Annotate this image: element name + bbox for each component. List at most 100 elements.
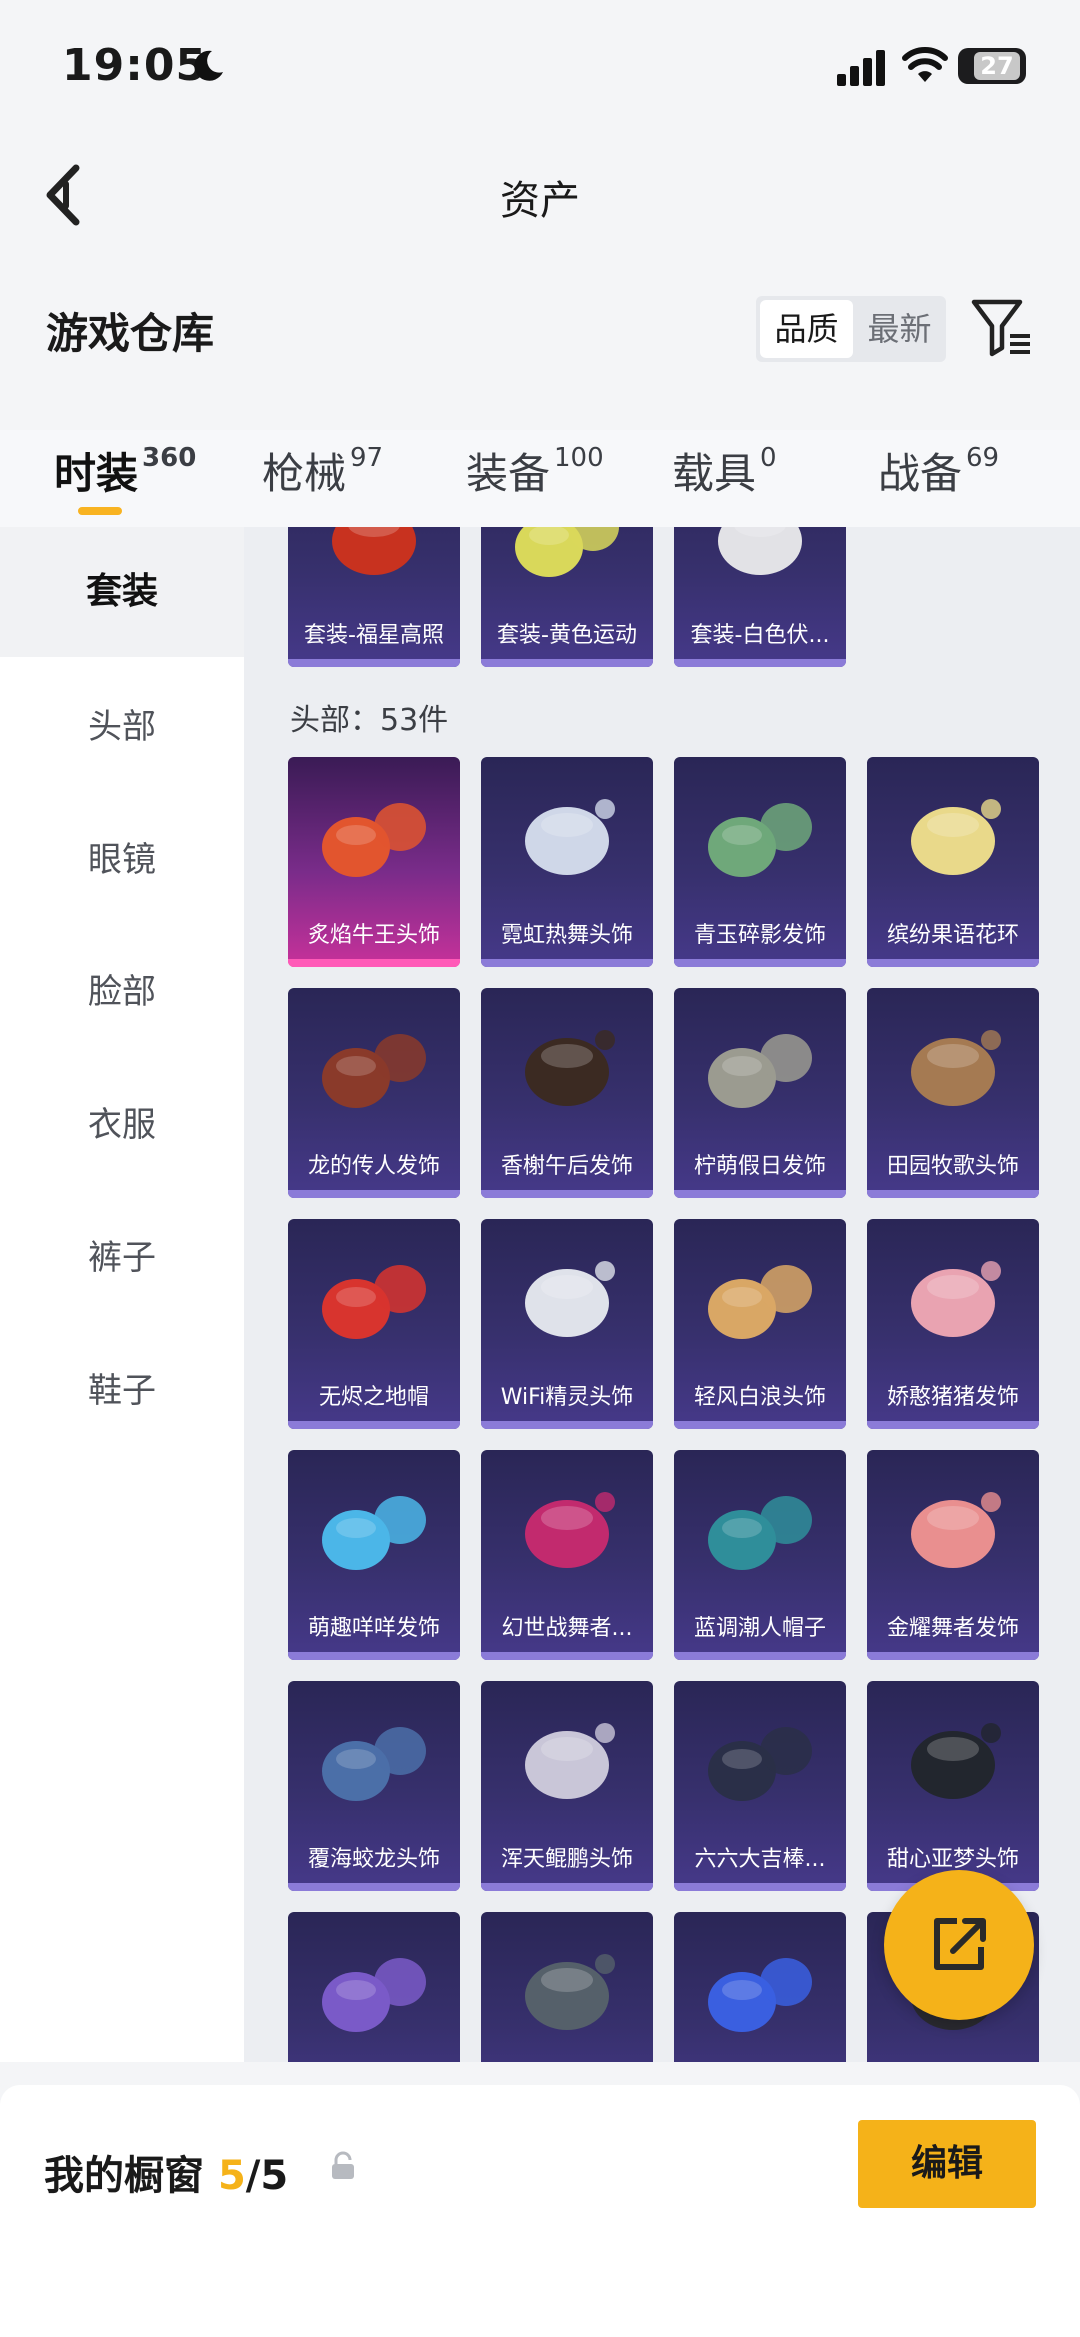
tab-count: 97	[350, 443, 384, 473]
rarity-bar	[674, 959, 846, 967]
tab-fashion[interactable]: 时装 360	[54, 440, 196, 501]
sidebar-item-glasses[interactable]: 眼镜	[0, 795, 244, 925]
item-name: 套装-白色伏...	[690, 623, 830, 648]
moon-icon	[194, 50, 223, 81]
lock-icon	[332, 2151, 354, 2179]
item-card[interactable]: 甜心亚梦头饰	[867, 1681, 1039, 1891]
item-name: 金耀舞者发饰	[886, 1616, 1019, 1641]
item-card[interactable]	[288, 1912, 460, 2062]
item-name: 柠萌假日发饰	[693, 1154, 826, 1179]
item-name: 炙焰牛王头饰	[307, 923, 440, 948]
share-icon	[934, 1918, 986, 1970]
item-card[interactable]: 龙的传人发饰	[288, 988, 460, 1198]
item-name: 套装-福星高照	[304, 623, 444, 648]
rarity-bar	[867, 959, 1039, 967]
item-thumbnail	[332, 527, 416, 575]
wifi-icon	[902, 47, 948, 82]
sidebar-item-face[interactable]: 脸部	[0, 927, 244, 1057]
tab-label: 枪械	[262, 449, 347, 498]
item-card[interactable]: 蓝调潮人帽子	[674, 1450, 846, 1660]
item-name: 套装-黄色运动	[497, 623, 637, 648]
item-name: 浑天鲲鹏头饰	[500, 1847, 633, 1872]
tab-count: 0	[760, 443, 777, 473]
tab-count: 360	[142, 443, 197, 473]
share-button[interactable]	[884, 1870, 1034, 2020]
item-card[interactable]: 娇憨猪猪发饰	[867, 1219, 1039, 1429]
item-name: 覆海蛟龙头饰	[307, 1847, 440, 1872]
item-thumbnail	[911, 1261, 1001, 1337]
rarity-bar	[288, 959, 460, 967]
showcase-bar: 我的橱窗 5/5 编辑	[0, 2085, 1080, 2337]
item-card[interactable]: 轻风白浪头饰	[674, 1219, 846, 1429]
item-card[interactable]: 萌趣咩咩发饰	[288, 1450, 460, 1660]
sidebar-item-pants[interactable]: 裤子	[0, 1193, 244, 1323]
sidebar-item-shoes[interactable]: 鞋子	[0, 1326, 244, 1456]
item-thumbnail	[525, 1492, 615, 1568]
item-card[interactable]: 六六大吉棒...	[674, 1681, 846, 1891]
item-card[interactable]: 青玉碎影发饰	[674, 757, 846, 967]
item-card[interactable]: 套装-白色伏...	[674, 527, 846, 667]
item-grid: 头部：53件 套装-福星高照 套装-黄色运动 套装-白色伏... 炙焰牛王头饰 霓虹热舞…	[244, 527, 1080, 2062]
status-bar: 19:05 27	[0, 0, 1080, 130]
tab-count: 69	[966, 443, 1000, 473]
item-card[interactable]: WiFi精灵头饰	[481, 1219, 653, 1429]
sidebar-item-suits[interactable]: 套装	[0, 527, 244, 657]
edit-button[interactable]: 编辑	[858, 2120, 1036, 2208]
sidebar-item-head[interactable]: 头部	[0, 662, 244, 792]
item-card[interactable]: 套装-福星高照	[288, 527, 460, 667]
sort-latest-button[interactable]: 最新	[853, 296, 946, 362]
sort-toggle: 品质 最新	[756, 296, 946, 362]
item-name: 无烬之地帽	[318, 1385, 429, 1410]
item-thumbnail	[708, 1034, 812, 1108]
item-card[interactable]: 浑天鲲鹏头饰	[481, 1681, 653, 1891]
item-thumbnail	[515, 527, 619, 577]
sort-quality-button[interactable]: 品质	[760, 300, 853, 358]
item-thumbnail	[708, 1496, 812, 1570]
item-card[interactable]: 香榭午后发饰	[481, 988, 653, 1198]
item-card[interactable]: 无烬之地帽	[288, 1219, 460, 1429]
tab-count: 100	[554, 443, 604, 473]
tab-supplies[interactable]: 战备 69	[878, 440, 999, 501]
item-card[interactable]: 套装-黄色运动	[481, 527, 653, 667]
showcase-total: /5	[245, 2153, 289, 2199]
showcase-label: 我的橱窗	[44, 2153, 204, 2199]
sidebar-item-clothes[interactable]: 衣服	[0, 1060, 244, 1190]
item-card[interactable]: 覆海蛟龙头饰	[288, 1681, 460, 1891]
page-title: 资产	[500, 178, 580, 224]
item-thumbnail	[911, 799, 1001, 875]
item-thumbnail	[525, 1030, 615, 1106]
rarity-bar	[481, 959, 653, 967]
item-thumbnail	[322, 1958, 426, 2032]
item-thumbnail	[525, 1954, 615, 2030]
rarity-bar	[288, 1421, 460, 1429]
item-card[interactable]	[674, 1912, 846, 2062]
item-name: 缤纷果语花环	[886, 923, 1019, 948]
showcase-status: 我的橱窗 5/5	[44, 2143, 288, 2201]
tab-guns[interactable]: 枪械 97	[262, 440, 383, 501]
item-thumbnail	[322, 1727, 426, 1801]
tab-label: 装备	[466, 449, 551, 498]
battery-icon: 27	[958, 48, 1026, 84]
rarity-bar	[867, 1421, 1039, 1429]
item-thumbnail	[322, 1034, 426, 1108]
item-card[interactable]: 柠萌假日发饰	[674, 988, 846, 1198]
item-card[interactable]: 炙焰牛王头饰	[288, 757, 460, 967]
item-thumbnail	[911, 1492, 1001, 1568]
tab-equipment[interactable]: 装备 100	[466, 440, 604, 501]
showcase-used: 5	[217, 2153, 246, 2199]
signal-icon	[837, 50, 885, 86]
item-card[interactable]: 霓虹热舞头饰	[481, 757, 653, 967]
filter-icon[interactable]	[970, 296, 1034, 360]
item-card[interactable]: 金耀舞者发饰	[867, 1450, 1039, 1660]
tab-vehicles[interactable]: 载具 0	[672, 440, 777, 501]
item-name: 田园牧歌头饰	[886, 1154, 1019, 1179]
item-card[interactable]: 田园牧歌头饰	[867, 988, 1039, 1198]
item-card[interactable]	[481, 1912, 653, 2062]
item-card[interactable]: 幻世战舞者...	[481, 1450, 653, 1660]
rarity-bar	[674, 659, 846, 667]
item-thumbnail	[708, 1727, 812, 1801]
item-name: 香榭午后发饰	[500, 1154, 633, 1179]
item-name: 六六大吉棒...	[694, 1847, 826, 1872]
item-card[interactable]: 缤纷果语花环	[867, 757, 1039, 967]
item-name: 蓝调潮人帽子	[693, 1616, 826, 1641]
